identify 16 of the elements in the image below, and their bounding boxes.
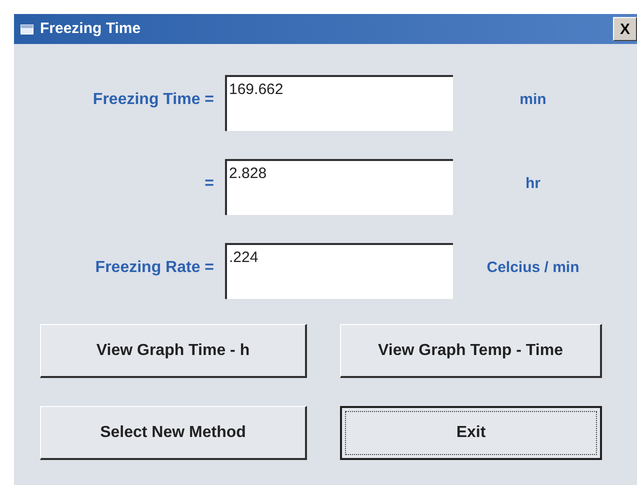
field-label: Freezing Time = [92, 90, 215, 110]
action-button[interactable]: Exit [340, 406, 602, 460]
field-label: Freezing Rate = [94, 258, 215, 278]
close-button[interactable]: X [613, 17, 637, 41]
action-button[interactable]: Select New Method [40, 406, 307, 460]
action-button[interactable]: View Graph Time - h [40, 324, 307, 378]
action-button[interactable]: View Graph Temp - Time [340, 324, 602, 378]
unit-label: hr [524, 174, 542, 194]
window-icon [20, 23, 34, 35]
value-field[interactable]: .224 [225, 243, 453, 299]
window-title: Freezing Time [40, 18, 141, 39]
value-field[interactable]: 169.662 [225, 75, 453, 131]
field-label: = [204, 174, 215, 194]
value-field[interactable]: 2.828 [225, 159, 453, 215]
unit-label: Celcius / min [486, 258, 580, 278]
unit-label: min [518, 90, 548, 110]
